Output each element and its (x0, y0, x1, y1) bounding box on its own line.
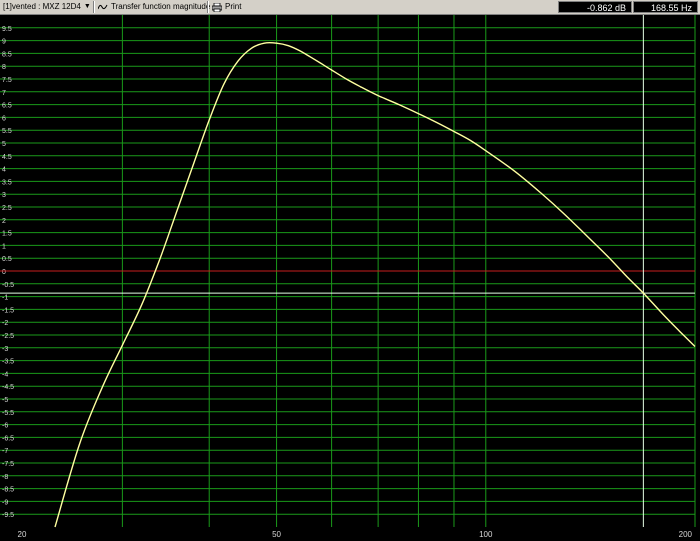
transfer-function-chart[interactable]: 9.5 9 8.5 8 7.5 7 6.5 6 5.5 5 4.5 4 3.5 3 2.5 2 1.5 1 0.5 0… (0, 15, 700, 541)
y-tick-label: 4 (2, 167, 6, 174)
y-tick-label: -2.5 (2, 333, 14, 340)
y-tick-label: -4 (2, 371, 8, 378)
y-tick-label: 1.5 (2, 231, 12, 238)
y-tick-label: 5 (2, 141, 6, 148)
y-tick-label: 2.5 (2, 205, 12, 212)
magnitude-curve (54, 41, 696, 528)
toolbar-separator (93, 1, 95, 13)
y-tick-label: 2 (2, 218, 6, 225)
frequency-readout: 168.55 Hz (633, 1, 698, 13)
y-tick-label: -3.5 (2, 359, 14, 366)
y-tick-label: 8 (2, 64, 6, 71)
x-tick-label: 100 (479, 530, 493, 539)
toolbar: [1]vented : MXZ 12D4 ▼ Transfer function… (0, 0, 700, 15)
y-tick-label: -1.5 (2, 307, 14, 314)
y-tick-label: -5.5 (2, 410, 14, 417)
y-tick-label: -7.5 (2, 461, 14, 468)
y-tick-label: 3.5 (2, 179, 12, 186)
y-tick-label: 9.5 (2, 26, 12, 33)
x-axis-labels: 20 50 100 200 (18, 530, 693, 539)
toolbar-separator (207, 1, 209, 13)
y-tick-label: 5.5 (2, 128, 12, 135)
y-tick-label: -1 (2, 295, 8, 302)
chevron-down-icon[interactable]: ▼ (84, 1, 91, 13)
y-tick-label: -8.5 (2, 487, 14, 494)
project-label: [1]vented : MXZ 12D4 (3, 2, 81, 11)
printer-icon (212, 2, 222, 12)
y-tick-label: -7 (2, 448, 8, 455)
y-tick-label: 7.5 (2, 77, 12, 84)
mode-selector[interactable]: Transfer function magnitude ▼ (98, 1, 220, 13)
y-tick-label: 8.5 (2, 51, 12, 58)
y-tick-label: 0.5 (2, 256, 12, 263)
y-tick-label: -9.5 (2, 512, 14, 519)
y-tick-label: -8 (2, 474, 8, 481)
db-readout: -0.862 dB (558, 1, 632, 13)
y-tick-label: 6.5 (2, 103, 12, 110)
y-tick-label: 1 (2, 243, 6, 250)
print-label: Print (225, 2, 242, 11)
y-tick-label: -3 (2, 346, 8, 353)
y-tick-label: -6 (2, 423, 8, 430)
y-tick-label: 4.5 (2, 154, 12, 161)
y-tick-label: -2 (2, 320, 8, 327)
x-tick-label: 200 (679, 530, 693, 539)
y-tick-label: -5 (2, 397, 8, 404)
y-tick-label: 9 (2, 39, 6, 46)
y-tick-label: -6.5 (2, 435, 14, 442)
y-tick-label: 6 (2, 115, 6, 122)
y-tick-label: 3 (2, 192, 6, 199)
mode-label: Transfer function magnitude (111, 2, 211, 11)
y-axis-labels: 9.5 9 8.5 8 7.5 7 6.5 6 5.5 5 4.5 4 3.5 3 2.5 2 1.5 1 0.5 0… (2, 26, 14, 519)
y-tick-label: 7 (2, 90, 6, 97)
y-tick-label: -9 (2, 499, 8, 506)
y-tick-label: -4.5 (2, 384, 14, 391)
x-tick-label: 50 (272, 530, 281, 539)
project-selector[interactable]: [1]vented : MXZ 12D4 ▼ (3, 1, 91, 13)
speaker-simulator-window: [1]vented : MXZ 12D4 ▼ Transfer function… (0, 0, 700, 541)
print-button[interactable]: Print (212, 1, 241, 13)
transfer-wave-icon (98, 4, 108, 10)
y-tick-label: 0 (2, 269, 6, 276)
y-tick-label: -0.5 (2, 282, 14, 289)
x-tick-label: 20 (18, 530, 27, 539)
